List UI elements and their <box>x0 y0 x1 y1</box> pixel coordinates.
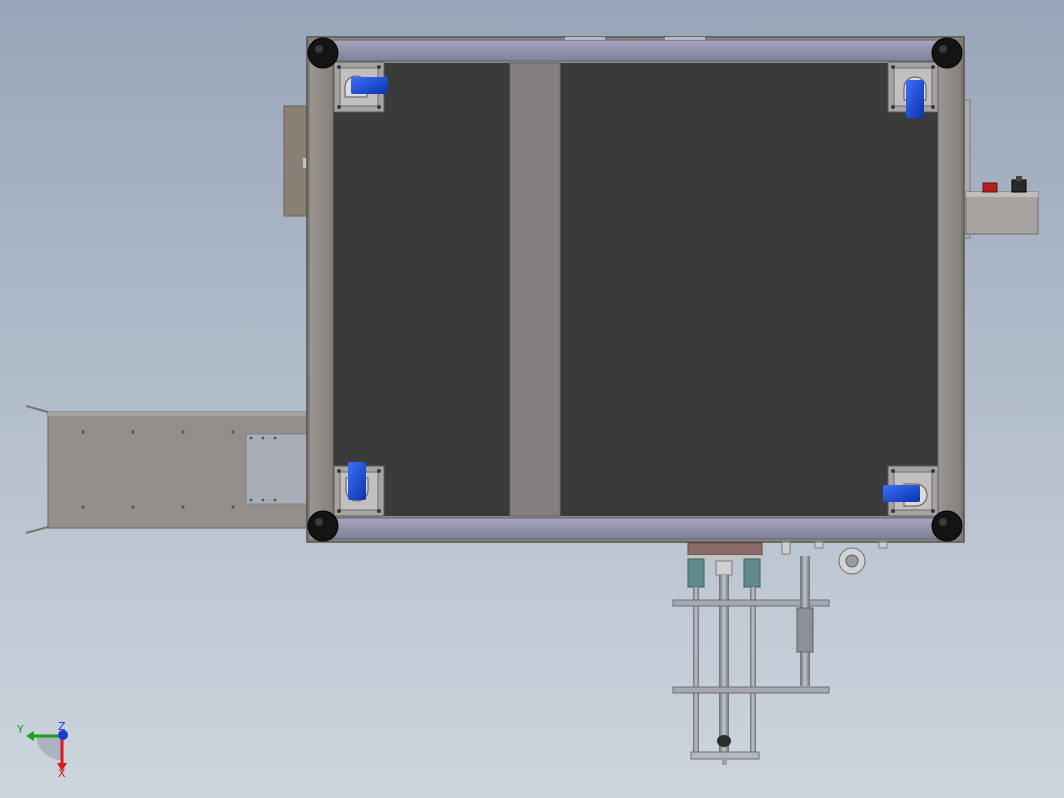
top-rail <box>332 39 939 62</box>
red-button-icon <box>982 182 998 193</box>
lift-mechanism <box>672 541 888 765</box>
caster-wheel-icon <box>906 80 924 118</box>
caster-top-left <box>333 61 388 113</box>
cad-viewport[interactable] <box>0 0 1064 798</box>
triad-x-label: X <box>58 767 66 780</box>
caster-bottom-right <box>883 465 939 517</box>
caster-top-right <box>887 61 939 118</box>
caster-wheel-icon <box>883 485 920 502</box>
left-side-plate <box>283 105 311 217</box>
left-rail <box>308 39 334 541</box>
cart-frame <box>306 36 965 543</box>
coordinate-triad-icon <box>26 730 68 771</box>
caster-wheel-icon <box>351 77 388 94</box>
caster-wheel-icon <box>348 462 366 500</box>
dark-base-panel <box>333 63 938 516</box>
right-rail <box>937 39 963 541</box>
black-button-icon <box>1011 179 1027 193</box>
triad-y-label: Y <box>17 723 24 736</box>
center-crossbar <box>509 62 561 517</box>
control-box <box>961 99 1039 239</box>
triad-z-label: Z <box>58 720 66 733</box>
bottom-rail <box>332 517 939 540</box>
caster-bottom-left <box>333 462 385 517</box>
left-extension-tray <box>25 405 311 534</box>
